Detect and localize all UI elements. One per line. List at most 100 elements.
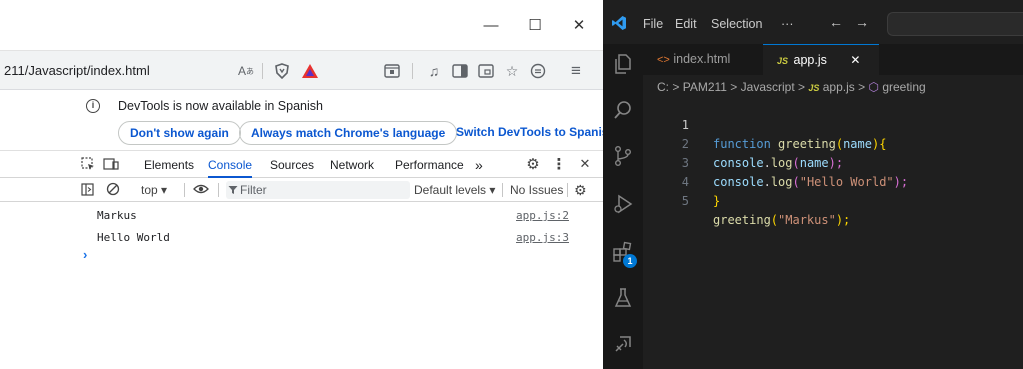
- menu-file[interactable]: File: [643, 17, 663, 31]
- html-icon: <>: [657, 54, 670, 66]
- toolbar-divider: [567, 183, 568, 197]
- extensions-badge: 1: [623, 254, 637, 268]
- testing-flask-icon[interactable]: [611, 286, 635, 310]
- toolbar-divider: [412, 63, 413, 79]
- log-levels-dropdown[interactable]: Default levels ▾: [414, 181, 495, 199]
- filter-funnel-icon: [228, 186, 238, 194]
- maximize-button[interactable]: ☐: [522, 14, 548, 36]
- log-source-link[interactable]: app.js:2: [516, 209, 569, 222]
- reader-mode-icon[interactable]: [382, 61, 402, 81]
- nav-forward-button[interactable]: →: [855, 14, 869, 30]
- music-icon[interactable]: ♫: [424, 61, 444, 81]
- log-message: Hello World: [97, 231, 170, 244]
- console-filter-input[interactable]: Filter: [226, 181, 410, 199]
- log-message: Markus: [97, 209, 137, 222]
- menu-edit[interactable]: Edit: [675, 17, 697, 31]
- device-toolbar-icon[interactable]: [102, 155, 120, 173]
- console-sidebar-icon[interactable]: [81, 181, 94, 199]
- search-icon[interactable]: [611, 98, 635, 122]
- console-prompt[interactable]: ›: [83, 247, 87, 262]
- vscode-window: File Edit Selection ··· ← → 1 <> index.h…: [603, 0, 1023, 369]
- close-window-button[interactable]: ✕: [566, 14, 592, 36]
- tab-elements[interactable]: Elements: [144, 151, 194, 178]
- filter-placeholder: Filter: [240, 183, 267, 197]
- function-symbol-icon: ⬡: [868, 80, 879, 94]
- tab-app-js[interactable]: JS app.js ✕: [763, 44, 879, 75]
- source-control-icon[interactable]: [611, 144, 635, 168]
- editor-tab-bar: <> index.html JS app.js ✕: [643, 44, 1023, 75]
- menu-selection[interactable]: Selection: [711, 17, 762, 31]
- brave-rewards-icon[interactable]: [300, 61, 320, 81]
- breadcrumb-separator: >: [858, 80, 866, 94]
- match-chrome-language-button[interactable]: Always match Chrome's language: [239, 121, 458, 145]
- inspect-element-icon[interactable]: [79, 155, 97, 173]
- live-expression-eye-icon[interactable]: [193, 181, 209, 199]
- wallet-icon[interactable]: [528, 61, 548, 81]
- vscode-titlebar: File Edit Selection ··· ← →: [603, 0, 1023, 44]
- toolbar-divider: [502, 183, 503, 197]
- tab-search-icon[interactable]: [476, 61, 496, 81]
- code-line: 5 greeting("Markus");: [643, 173, 1023, 227]
- tab-sources[interactable]: Sources: [270, 151, 314, 178]
- browser-titlebar: — ☐ ✕: [0, 0, 603, 50]
- run-debug-icon[interactable]: [611, 192, 635, 216]
- toolbar-divider: [184, 183, 185, 197]
- activity-bar: 1: [603, 44, 643, 369]
- code-line: 2 console.log(name);: [643, 116, 1023, 170]
- more-tabs-button[interactable]: »: [475, 151, 483, 178]
- vscode-logo-icon: [612, 16, 626, 30]
- tab-performance[interactable]: Performance: [395, 151, 464, 178]
- settings-gear-icon[interactable]: ⚙: [524, 155, 542, 173]
- tab-console[interactable]: Console: [208, 151, 253, 178]
- minimize-button[interactable]: —: [478, 14, 504, 36]
- notice-text: DevTools is now available in Spanish: [118, 99, 323, 113]
- code-editor[interactable]: 1 function greeting(name){ 2 console.log…: [643, 97, 1023, 369]
- console-settings-gear-icon[interactable]: ⚙: [574, 181, 587, 199]
- nav-back-button[interactable]: ←: [829, 14, 843, 30]
- issues-counter[interactable]: No Issues: [510, 181, 563, 199]
- toolbar-divider: [218, 183, 219, 197]
- console-log-row: Hello World app.js:3: [0, 227, 603, 249]
- breadcrumb: C: > PAM211 > Javascript > JS app.js > ⬡…: [657, 80, 926, 94]
- breadcrumb-drive[interactable]: C:: [657, 80, 669, 94]
- tab-network[interactable]: Network: [330, 151, 374, 178]
- close-tab-icon[interactable]: ✕: [850, 53, 860, 67]
- code-text: }: [713, 194, 721, 208]
- breadcrumb-separator: >: [798, 80, 806, 94]
- switch-devtools-spanish-button[interactable]: Switch DevTools to Spanish: [450, 121, 603, 145]
- browser-window: — ☐ ✕ 211/Javascript/index.html Aあ ♫ ☆ ≡…: [0, 0, 603, 369]
- bookmark-icon[interactable]: ☆: [502, 61, 522, 81]
- js-icon: JS: [777, 56, 789, 66]
- clear-console-icon[interactable]: [106, 181, 120, 199]
- info-icon: i: [86, 99, 100, 113]
- breadcrumb-symbol[interactable]: greeting: [882, 80, 925, 94]
- address-bar: 211/Javascript/index.html Aあ ♫ ☆ ≡: [0, 50, 603, 90]
- devtools-language-notice: i DevTools is now available in Spanish D…: [0, 90, 603, 150]
- toolbar-divider: [262, 63, 263, 79]
- more-options-icon[interactable]: ⋮: [550, 155, 568, 173]
- console-toolbar: top ▾ Filter Default levels ▾ No Issues …: [0, 178, 603, 202]
- breadcrumb-separator: >: [730, 80, 738, 94]
- menu-icon[interactable]: ≡: [566, 61, 586, 81]
- console-log-row: Markus app.js:2: [0, 205, 603, 227]
- tab-index-html[interactable]: <> index.html: [643, 44, 763, 75]
- log-source-link[interactable]: app.js:3: [516, 231, 569, 244]
- sidebar-icon[interactable]: [450, 61, 470, 81]
- url-text[interactable]: 211/Javascript/index.html: [4, 63, 150, 78]
- context-selector[interactable]: top ▾: [141, 181, 167, 199]
- remote-explorer-icon[interactable]: [611, 332, 635, 356]
- command-center-search[interactable]: [887, 12, 1023, 36]
- breadcrumb-folder[interactable]: PAM211: [683, 80, 727, 94]
- close-devtools-icon[interactable]: ✕: [576, 155, 594, 173]
- tab-label: app.js: [793, 53, 827, 67]
- translate-icon[interactable]: Aあ: [236, 61, 256, 81]
- console-output: Markus app.js:2 Hello World app.js:3 ›: [0, 202, 603, 369]
- breadcrumb-file[interactable]: app.js: [823, 80, 855, 94]
- breadcrumb-folder[interactable]: Javascript: [741, 80, 795, 94]
- explorer-icon[interactable]: [611, 52, 635, 76]
- brave-shield-icon[interactable]: [272, 61, 292, 81]
- devtools-tab-bar: Elements Console Sources Network Perform…: [0, 150, 603, 178]
- menu-more[interactable]: ···: [781, 17, 794, 31]
- code-line: 1 function greeting(name){: [643, 97, 1023, 151]
- dont-show-again-button[interactable]: Don't show again: [118, 121, 241, 145]
